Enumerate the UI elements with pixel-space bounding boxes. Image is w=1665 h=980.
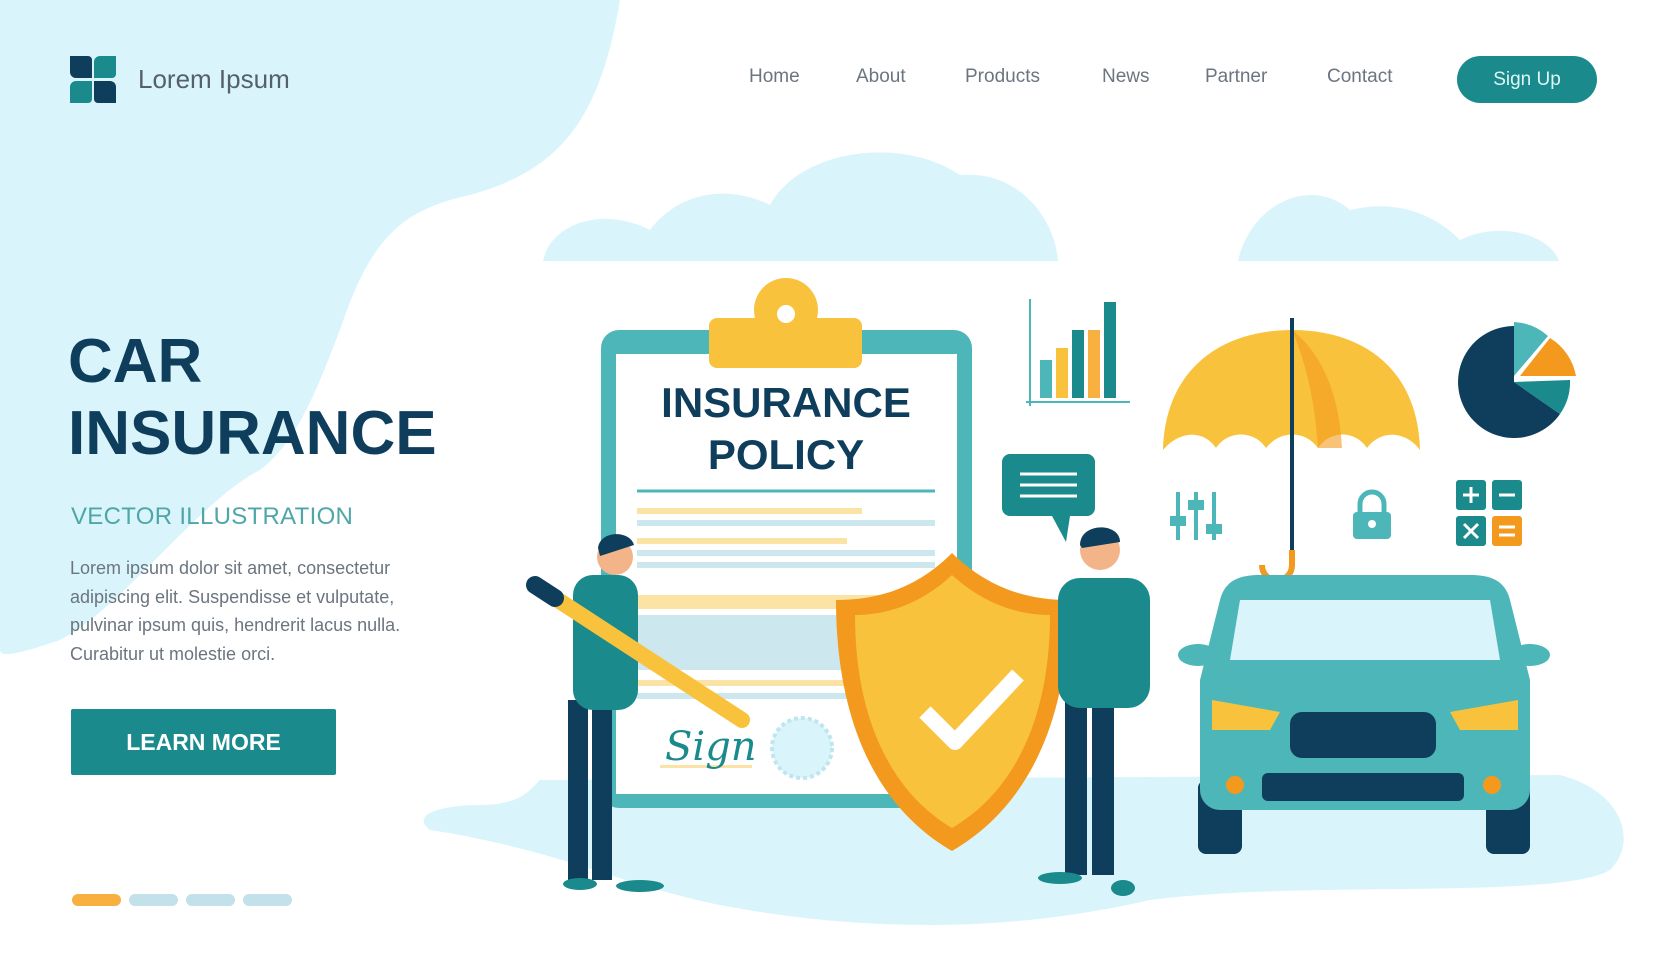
lock-icon [1353,489,1391,539]
cloud [1238,194,1559,261]
hero-description: Lorem ipsum dolor sit amet, consectetur … [70,558,401,664]
hero-title: CAR INSURANCE [68,326,437,470]
calculator-icon [1456,480,1522,546]
sliders-icon [1170,492,1222,540]
bar-chart-icon [1026,299,1130,406]
sign-up-button[interactable]: Sign Up [1457,56,1597,103]
nav-about[interactable]: About [856,66,906,88]
cloud [543,152,1058,261]
nav-products[interactable]: Products [965,66,1040,88]
carousel-dot[interactable] [129,894,178,906]
brand-logo[interactable]: Lorem Ipsum [70,56,290,103]
umbrella-icon [1163,318,1420,583]
hero-subtitle: VECTOR ILLUSTRATION [71,503,354,530]
speech-bubble-icon [1002,454,1095,542]
document-title-line2: POLICY [708,431,864,478]
hero-title-line1: CAR [68,327,203,396]
signature: Sign [665,724,757,770]
hero-title-line2: INSURANCE [68,399,437,468]
nav-home[interactable]: Home [749,66,800,88]
carousel-indicators [72,894,292,906]
carousel-dot[interactable] [72,894,121,906]
carousel-dot[interactable] [243,894,292,906]
brand-name: Lorem Ipsum [138,64,290,94]
carousel-dot[interactable] [186,894,235,906]
four-petal-logo-icon [70,56,116,103]
pie-chart-icon [1458,322,1576,438]
background-illustration: INSURANCE POLICY Sign [0,0,1624,925]
nav-news[interactable]: News [1102,66,1150,88]
document-title-line1: INSURANCE [661,379,911,426]
learn-more-button[interactable]: LEARN MORE [71,709,336,775]
nav-partner[interactable]: Partner [1205,66,1267,88]
nav-contact[interactable]: Contact [1327,66,1392,88]
